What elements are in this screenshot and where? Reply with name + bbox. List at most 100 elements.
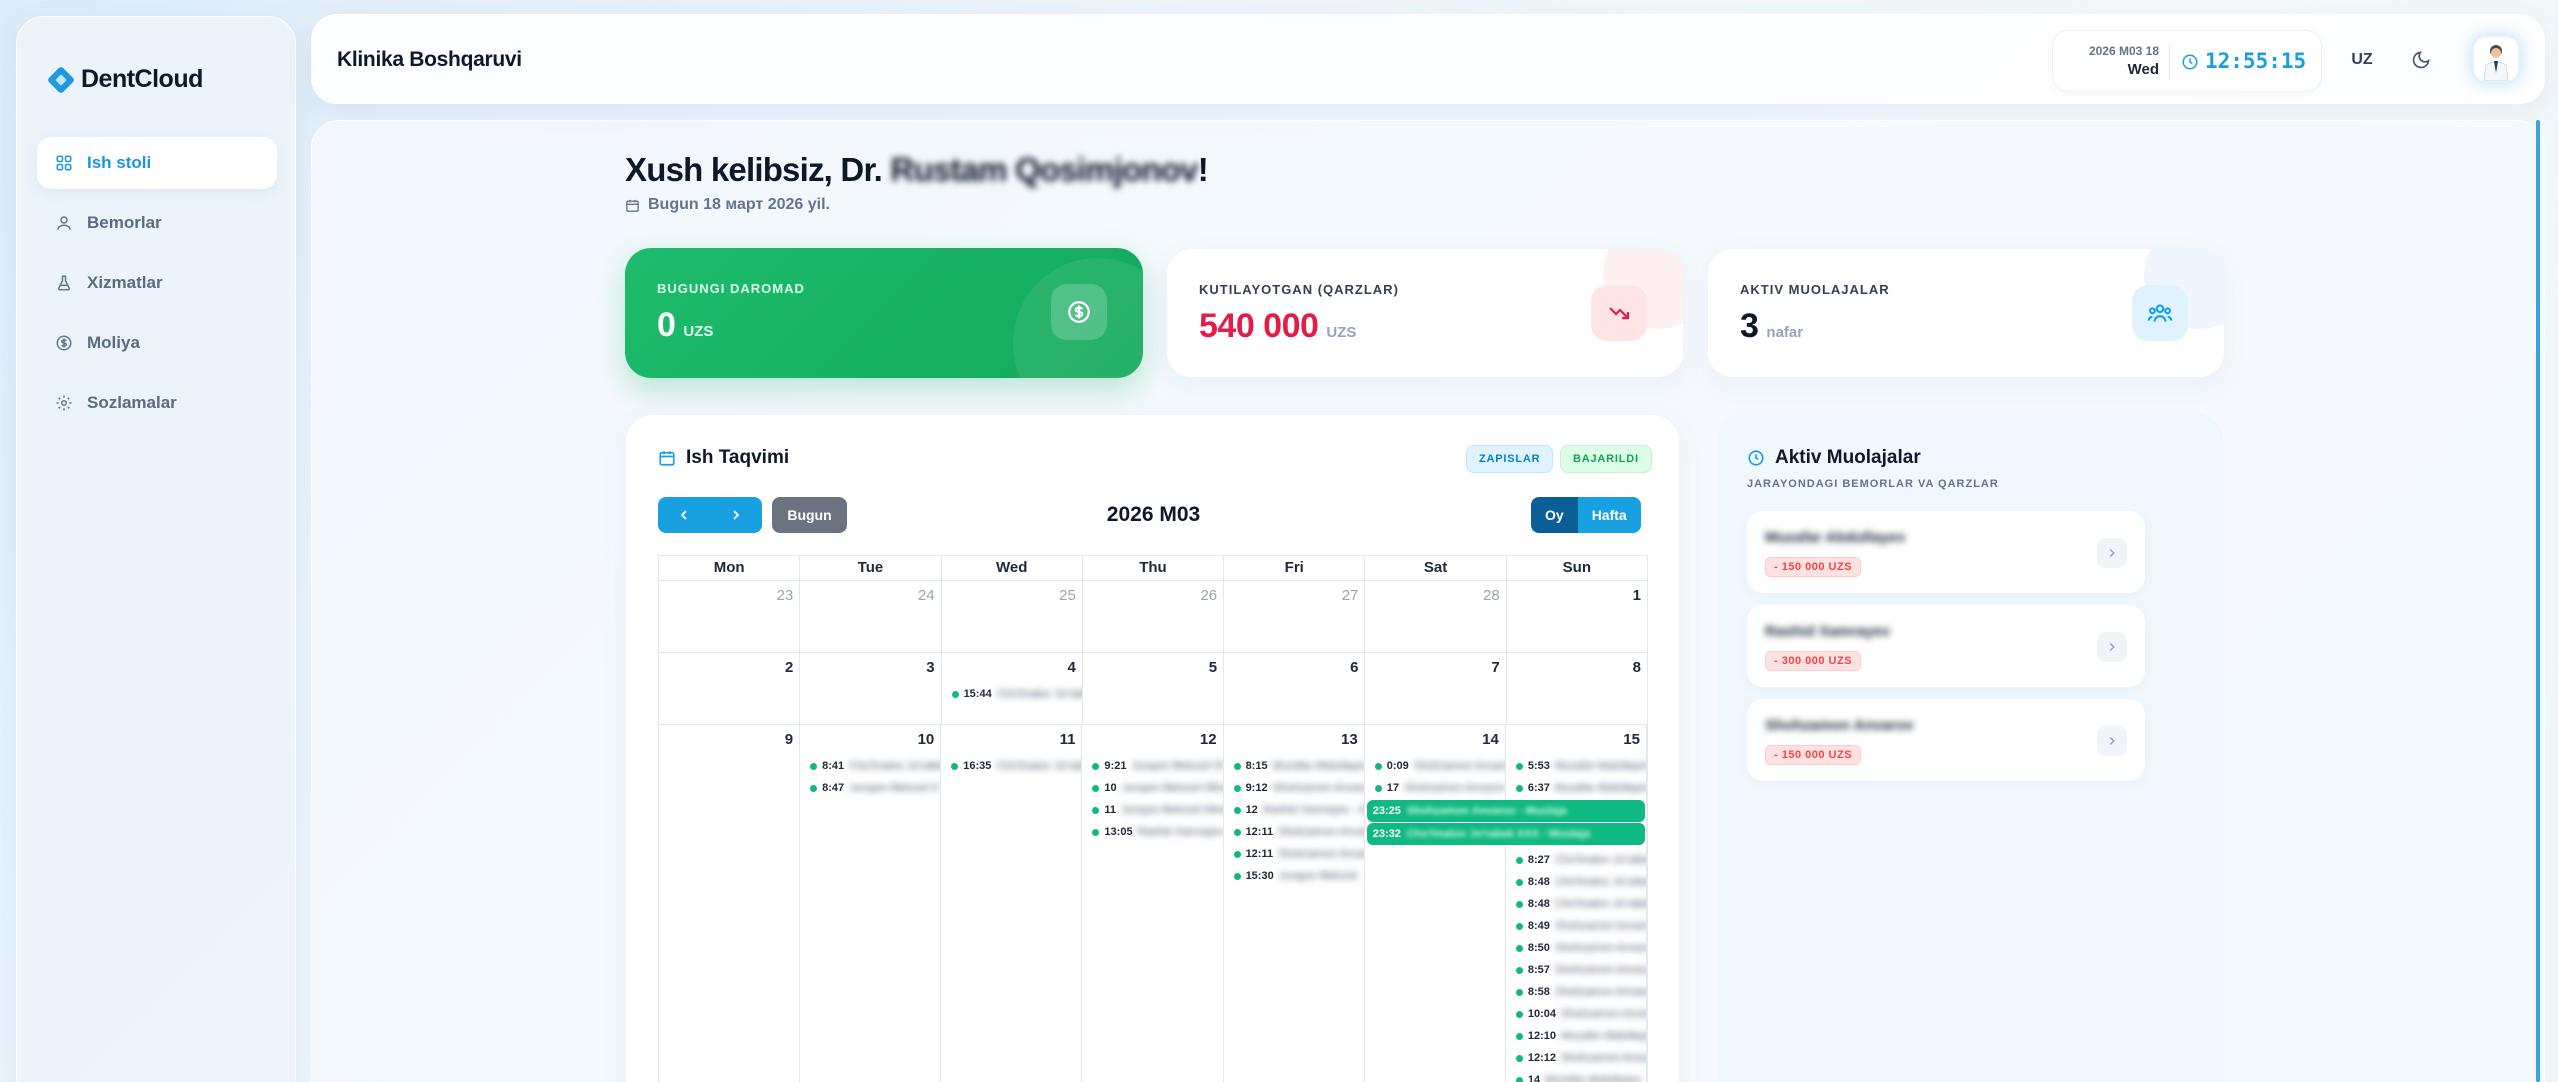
event-patient-name: Jurayev Bekzod Olimovich xyxy=(1121,782,1223,794)
scrollbar-thumb[interactable] xyxy=(2536,120,2540,1082)
calendar-event[interactable]: 8:15 Muzafar Abdullayev xyxy=(1224,755,1364,777)
open-item-button[interactable] xyxy=(2097,538,2127,568)
calendar-event[interactable]: 8:48 Cho'lmatov Jo'rabek xyxy=(1506,893,1646,915)
stat-card-daily-income[interactable]: BUGUNGI DAROMAD 0 UZS xyxy=(625,248,1143,378)
calendar-event[interactable]: 8:41 Cho'lmatov Jo'rabek xyxy=(800,755,940,777)
clock-icon xyxy=(1748,450,1764,466)
calendar-day-cell[interactable]: 28 xyxy=(1365,581,1507,652)
calendar-day-cell[interactable]: 3 xyxy=(800,653,942,724)
event-time: 15:44 xyxy=(963,688,992,700)
calendar-event[interactable]: 5:53 Muzafar Abdullayev xyxy=(1506,755,1646,777)
open-item-button[interactable] xyxy=(2097,632,2127,662)
day-number: 12 xyxy=(1199,731,1217,748)
avatar[interactable] xyxy=(2472,35,2520,83)
calendar-day-cell[interactable]: 8 xyxy=(1507,653,1647,724)
calendar-event[interactable]: 9:21 Jurayev Bekzod Ol xyxy=(1082,755,1223,777)
calendar-event[interactable]: 8:49 Shohzamon Anvarov xyxy=(1506,915,1646,937)
calendar-event-bar[interactable]: 23:32 Cho'lmatov Jo'rabek XXX - Muolaja xyxy=(1366,823,1645,845)
event-status-dot xyxy=(1515,762,1523,770)
debt-badge: - 150 000 UZS xyxy=(1765,557,1862,577)
calendar-event[interactable]: 0:09 Shohzamon Anvarov xyxy=(1365,755,1505,777)
calendar-day-cell[interactable]: 10 8:41 Cho'lmatov Jo'rabek 8:47 Jurayev Bek… xyxy=(800,725,942,1082)
event-time: 9:21 xyxy=(1104,760,1127,772)
calendar-event[interactable]: 15:44 Cho'lmatov Jo'rabek xyxy=(942,683,1082,705)
calendar-day-cell[interactable]: 27 xyxy=(1224,581,1366,652)
sidebar-item-moliya[interactable]: Moliya xyxy=(37,317,277,369)
calendar-day-cell[interactable]: 26 xyxy=(1083,581,1225,652)
view-week-button[interactable]: Hafta xyxy=(1577,497,1641,533)
calendar-day-cell[interactable]: 2 xyxy=(659,653,801,724)
event-time: 12:10 xyxy=(1527,1030,1556,1042)
event-time: 9:12 xyxy=(1245,782,1268,794)
day-number: 27 xyxy=(1341,587,1359,604)
calendar-event[interactable]: 9:12 Shohzamon Anvarov xyxy=(1224,777,1364,799)
calendar-day-cell[interactable]: 11 16:35 Cho'lmatov Jo'rabek xyxy=(941,725,1083,1082)
calendar-day-cell[interactable]: 6 xyxy=(1224,653,1366,724)
calendar-event[interactable]: 8:58 Shohzamon Anvarov xyxy=(1506,981,1646,1003)
calendar-day-cell[interactable]: 23 xyxy=(659,581,801,652)
calendar-event[interactable]: 17 Shohzamon Anvarov xyxy=(1365,777,1505,799)
calendar-event[interactable]: 11 Jurayev Bekzod Olimovich xyxy=(1082,799,1223,821)
calendar-event[interactable]: 15:30 Jurayev Bekzod xyxy=(1224,865,1364,887)
calendar-day-cell[interactable]: 4 15:44 Cho'lmatov Jo'rabek xyxy=(942,653,1083,724)
view-month-button[interactable]: Oy xyxy=(1531,497,1578,533)
calendar-event[interactable]: 8:47 Jurayev Bekzod O xyxy=(800,777,940,799)
calendar-event[interactable]: 12:11 Shohzamon Anvarov xyxy=(1224,821,1364,843)
event-patient-name: Shohzamon Anvarov xyxy=(1560,1008,1646,1020)
day-number: 25 xyxy=(1059,587,1076,604)
calendar-day-cell[interactable]: 1 xyxy=(1507,581,1647,652)
legend-zapislar-badge: ZAPISLAR xyxy=(1466,445,1554,473)
calendar-event[interactable]: 12:10 Muzafar Abdullayev xyxy=(1506,1025,1646,1047)
calendar-event[interactable]: 10 Jurayev Bekzod Olimovich xyxy=(1082,777,1223,799)
calendar-event[interactable]: 8:57 Shohzamon Anvarov xyxy=(1506,959,1646,981)
calendar-day-cell[interactable]: 25 xyxy=(942,581,1083,652)
calendar-event[interactable]: 8:48 Cho'lmatov Jo'rabek xyxy=(1506,871,1646,893)
calendar-event[interactable]: 6:37 Muzafar Abdullayev xyxy=(1506,777,1646,799)
sidebar-item-sozlamalar[interactable]: Sozlamalar xyxy=(37,377,277,429)
sidebar-item-xizmatlar[interactable]: Xizmatlar xyxy=(37,257,277,309)
brand-logo[interactable]: DentCloud xyxy=(46,65,203,94)
calendar-day-cell[interactable]: 13 8:15 Muzafar Abdullayev 9:12 Shohzamon An… xyxy=(1224,725,1365,1082)
stat-card-active-treatments[interactable]: AKTIV MUOLAJALAR 3 nafar xyxy=(1707,248,2225,378)
event-patient-name: Muzafar Abdullayev xyxy=(1554,760,1646,772)
calendar-event-bar[interactable]: 23:25 Shohzamon Anvarov - Muolaja xyxy=(1366,800,1645,822)
calendar-event[interactable]: 8:50 Shohzamon Anvarov xyxy=(1506,937,1646,959)
event-status-dot xyxy=(1515,944,1523,952)
dollar-icon xyxy=(55,334,73,352)
calendar-event[interactable]: 14 Muzafar Abdullayev xyxy=(1506,1069,1646,1082)
day-number: 3 xyxy=(926,659,935,676)
sidebar-item-bemorlar[interactable]: Bemorlar xyxy=(37,197,277,249)
list-item[interactable]: Muzafar Abdullayev - 150 000 UZS xyxy=(1747,511,2145,593)
sidebar-item-ish-stoli[interactable]: Ish stoli xyxy=(37,137,277,189)
stat-card-debts[interactable]: KUTILAYOTGAN (QARZLAR) 540 000 UZS xyxy=(1166,248,1684,378)
calendar-event[interactable]: 12:11 Shohzamon Anvarov xyxy=(1224,843,1364,865)
calendar-day-cell[interactable]: 9 xyxy=(659,725,801,1082)
open-item-button[interactable] xyxy=(2097,726,2127,756)
list-item[interactable]: Shohzamon Anvarov - 150 000 UZS xyxy=(1747,699,2145,781)
event-time: 0:09 xyxy=(1386,760,1409,772)
calendar-event[interactable]: 13:05 Rashid Xamrayev xyxy=(1082,821,1223,843)
calendar-event[interactable]: 8:27 Cho'lmatov Jo'rabek xyxy=(1506,849,1646,871)
calendar-day-cell[interactable]: 12 9:21 Jurayev Bekzod Ol 10 Jurayev Bekzod … xyxy=(1082,725,1224,1082)
calendar-day-cell[interactable]: 14 0:09 Shohzamon Anvarov 17 Shohzamon Anvar… xyxy=(1365,725,1506,1082)
event-patient-name: Jurayev Bekzod Olimovich xyxy=(1121,804,1223,816)
list-item[interactable]: Rashid Xamrayev - 300 000 UZS xyxy=(1747,605,2145,687)
calendar-day-cell[interactable]: 5 xyxy=(1083,653,1225,724)
view-toggle: Oy Hafta xyxy=(1531,497,1641,533)
event-time: 12 xyxy=(1245,804,1258,816)
calendar-day-cell[interactable]: 24 xyxy=(800,581,942,652)
users-group-icon xyxy=(2147,304,2173,322)
event-patient-name: Shohzamon Anvarov xyxy=(1554,986,1646,998)
calendar-event[interactable]: 12:12 Shohzamon Anvarov xyxy=(1506,1047,1646,1069)
calendar-event[interactable]: 16:35 Cho'lmatov Jo'rabek xyxy=(941,755,1081,777)
calendar-day-cell[interactable]: 7 xyxy=(1365,653,1507,724)
calendar-event[interactable]: 10:04 Shohzamon Anvarov xyxy=(1506,1003,1646,1025)
weekday-label: Fri xyxy=(1224,556,1366,580)
calendar-day-cell[interactable]: 15 5:53 Muzafar Abdullayev 6:37 Muzafar Abdu… xyxy=(1506,725,1647,1082)
language-button[interactable]: UZ xyxy=(2340,40,2384,80)
doctor-avatar-icon xyxy=(2474,37,2518,81)
legend-bajarildi-badge: BAJARILDI xyxy=(1560,445,1652,473)
day-number: 8 xyxy=(1632,659,1641,676)
theme-toggle-button[interactable] xyxy=(2400,39,2442,81)
calendar-event[interactable]: 12 Rashid Xamrayev - M xyxy=(1224,799,1364,821)
